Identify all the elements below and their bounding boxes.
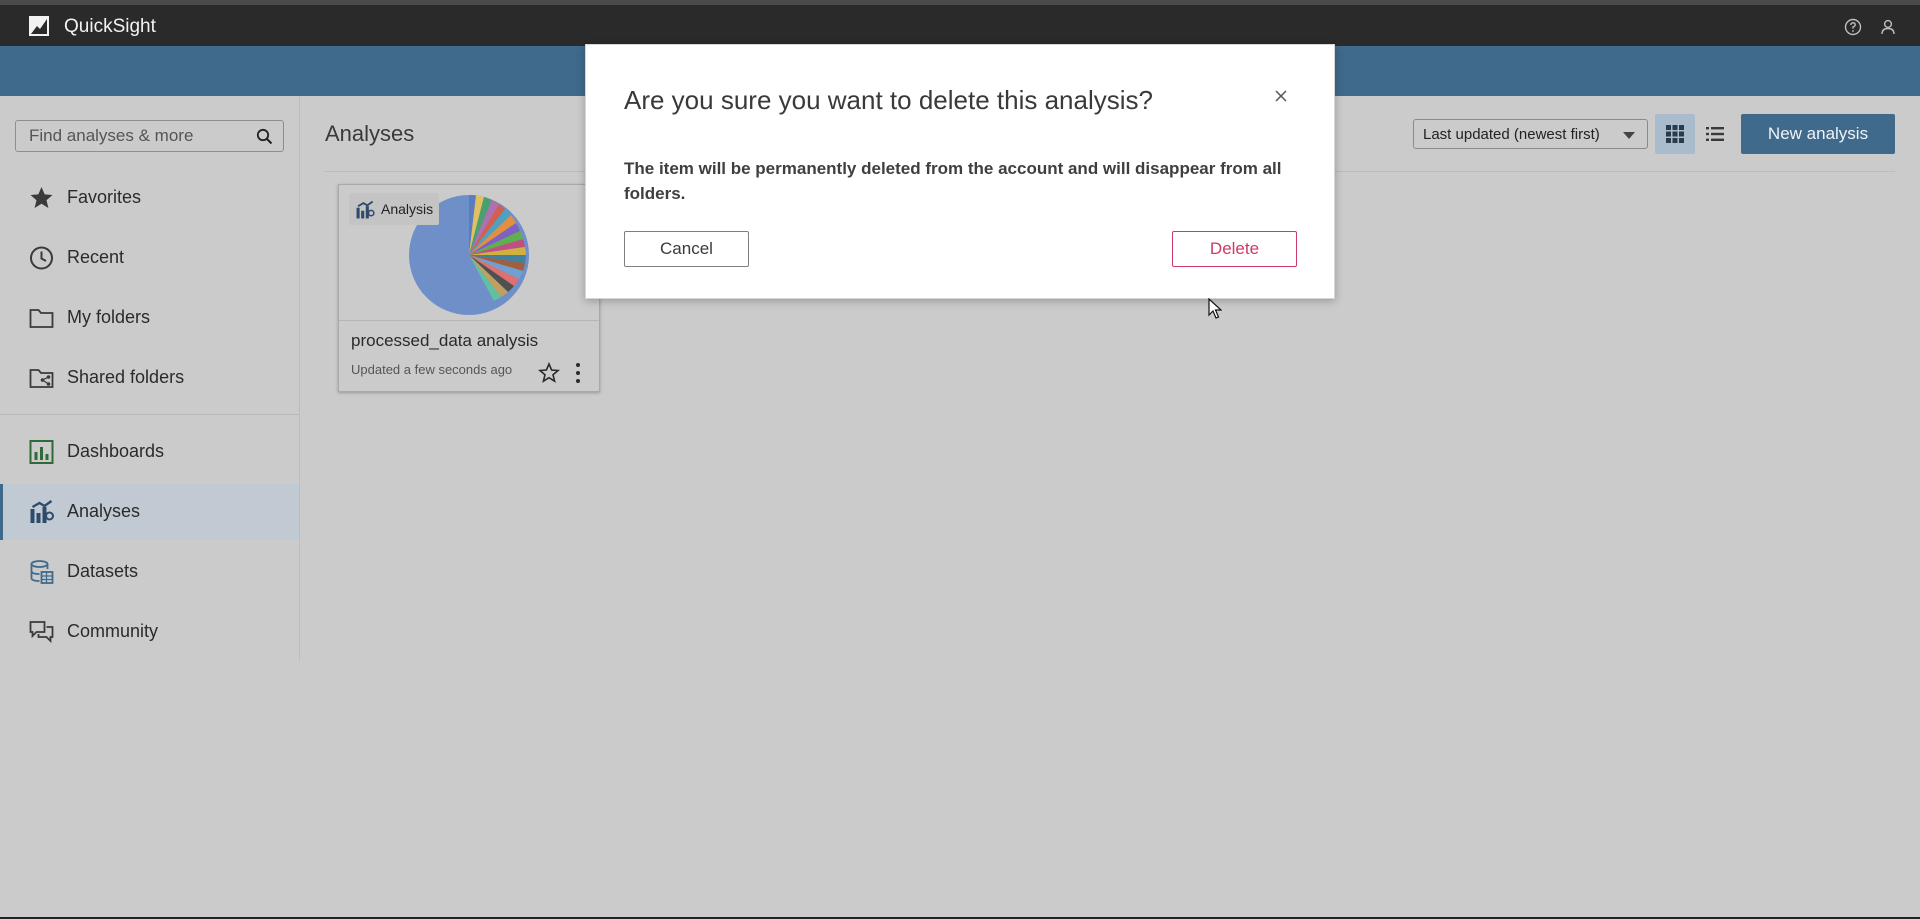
new-analysis-button[interactable]: New analysis	[1741, 114, 1895, 154]
sidebar-item-my-folders[interactable]: My folders	[0, 290, 299, 346]
dialog-message: The item will be permanently deleted fro…	[624, 159, 1282, 203]
help-icon[interactable]	[1844, 18, 1862, 36]
search-input[interactable]	[16, 121, 246, 151]
sidebar-divider	[0, 414, 299, 415]
card-updated-text: Updated a few seconds ago	[351, 362, 513, 377]
cancel-button[interactable]: Cancel	[624, 231, 749, 267]
delete-button[interactable]: Delete	[1172, 231, 1297, 267]
list-view-icon	[1706, 127, 1724, 141]
sidebar-item-label: Dashboards	[67, 441, 165, 461]
analysis-card[interactable]: Analysis processed_data analysis Updated…	[338, 184, 600, 392]
sidebar-item-datasets[interactable]: Datasets	[0, 544, 299, 600]
sidebar-item-analyses[interactable]: Analyses	[0, 484, 299, 540]
quicksight-logo-icon[interactable]	[28, 15, 50, 37]
sidebar-item-label: Recent	[67, 247, 125, 267]
star-icon[interactable]	[538, 362, 560, 384]
dialog-title: Are you sure you want to delete this ana…	[624, 85, 1153, 115]
search-icon[interactable]	[256, 128, 273, 145]
sidebar-item-label: Datasets	[67, 561, 139, 581]
dashboard-icon	[29, 440, 54, 464]
sidebar-item-dashboards[interactable]: Dashboards	[0, 424, 299, 480]
user-icon[interactable]	[1879, 18, 1897, 36]
star-icon	[30, 187, 53, 208]
delete-confirmation-dialog: Are you sure you want to delete this ana…	[585, 44, 1335, 299]
top-bar: QuickSight	[0, 0, 1920, 46]
list-view-button[interactable]	[1695, 114, 1735, 154]
sidebar-item-shared-folders[interactable]: Shared folders	[0, 350, 299, 406]
sort-selected-value: Last updated (newest first)	[1423, 126, 1600, 143]
community-icon	[29, 621, 54, 644]
analysis-icon	[356, 200, 375, 219]
card-title[interactable]: processed_data analysis	[351, 331, 538, 351]
sidebar-item-label: Analyses	[67, 501, 141, 521]
app-title[interactable]: QuickSight	[64, 16, 156, 38]
sidebar: Favorites Recent My folders Shared folde…	[0, 96, 300, 661]
card-badge-label: Analysis	[381, 201, 434, 217]
chevron-down-icon	[1623, 132, 1635, 139]
sidebar-item-label: Favorites	[67, 187, 142, 207]
mouse-cursor-icon	[1208, 298, 1222, 319]
grid-view-button[interactable]	[1655, 114, 1695, 154]
sidebar-item-favorites[interactable]: Favorites	[0, 170, 299, 226]
sidebar-item-community[interactable]: Community	[0, 604, 299, 660]
card-type-badge: Analysis	[349, 193, 439, 225]
shared-folder-icon	[29, 369, 54, 388]
card-thumbnail[interactable]: Analysis	[339, 185, 599, 321]
clock-icon	[30, 246, 53, 270]
sidebar-item-label: Shared folders	[67, 367, 185, 387]
search-box[interactable]	[15, 120, 284, 152]
more-vertical-icon[interactable]	[573, 362, 583, 384]
sidebar-item-label: Community	[67, 621, 159, 641]
folder-icon	[29, 309, 54, 328]
analysis-icon	[30, 500, 54, 523]
sidebar-item-label: My folders	[67, 307, 151, 327]
close-icon[interactable]	[1273, 88, 1289, 104]
page-title: Analyses	[325, 121, 415, 146]
dataset-icon	[30, 560, 54, 584]
sort-dropdown[interactable]: Last updated (newest first)	[1413, 119, 1648, 149]
sidebar-item-recent[interactable]: Recent	[0, 230, 299, 286]
grid-view-icon	[1666, 125, 1684, 143]
